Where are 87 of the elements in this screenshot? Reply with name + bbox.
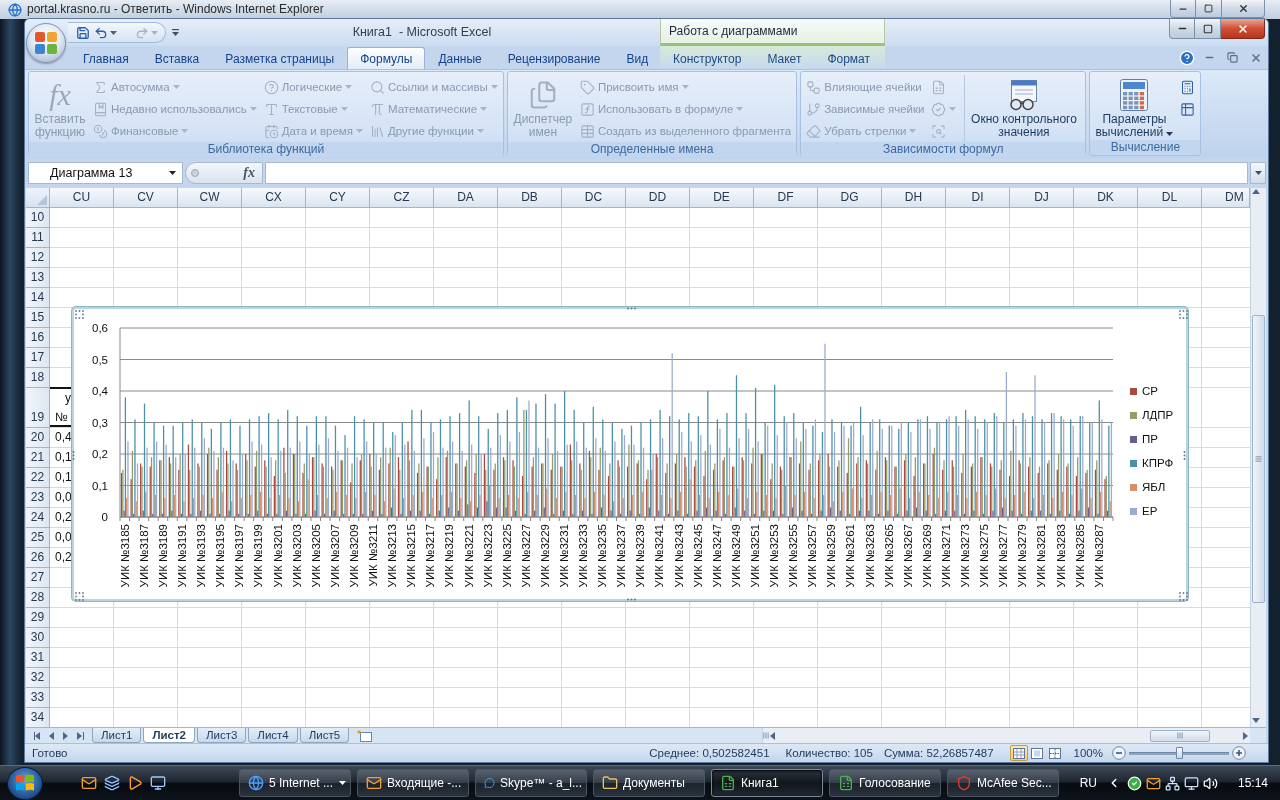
- axis-tick-label: 0,1: [92, 479, 108, 492]
- axis-tick-label: 0,4: [92, 385, 108, 397]
- legend-label: ЕР: [1142, 505, 1158, 517]
- category-label: УИК №3273: [959, 524, 972, 588]
- status-text: Количество: 105: [785, 747, 873, 759]
- axis-tick-label: 0,6: [92, 322, 108, 334]
- group-label: Зависимости формул: [801, 142, 1086, 157]
- category-label: УИК №3193: [195, 524, 208, 588]
- category-label: УИК №3279: [1016, 524, 1029, 588]
- legend-label: ЛДПР: [1142, 409, 1174, 421]
- group-label: Определенные имена: [507, 142, 797, 157]
- axis-tick-label: 0: [101, 511, 108, 524]
- category-label: УИК №3227: [519, 524, 532, 588]
- category-label: УИК №3265: [882, 524, 895, 588]
- category-label: УИК №3275: [978, 524, 991, 588]
- cell-text: 0,0: [54, 529, 72, 546]
- category-label: УИК №3235: [596, 524, 609, 588]
- category-label: УИК №3261: [844, 524, 857, 588]
- category-label: УИК №3221: [462, 524, 475, 588]
- category-label: УИК №3259: [825, 524, 838, 588]
- status-text: Среднее: 0,502582451: [649, 747, 770, 759]
- category-label: УИК №3209: [347, 524, 360, 588]
- category-label: УИК №3229: [538, 524, 551, 588]
- category-label: УИК №3211: [367, 524, 380, 587]
- category-label: УИК №3213: [386, 524, 399, 588]
- function-icon: fx: [49, 79, 71, 111]
- category-label: УИК №3233: [577, 524, 590, 588]
- category-label: УИК №3189: [157, 524, 169, 588]
- category-label: УИК №3277: [997, 524, 1010, 588]
- category-label: УИК №3255: [787, 524, 800, 588]
- category-label: УИК №3249: [729, 524, 742, 588]
- cell-text: 0,2: [54, 509, 72, 526]
- group-label: Вычисление: [1090, 140, 1201, 155]
- category-label: УИК №3225: [500, 524, 513, 588]
- category-label: УИК №3231: [558, 524, 570, 588]
- category-label: УИК №3247: [710, 524, 723, 588]
- category-label: УИК №3263: [863, 524, 876, 588]
- category-label: УИК №3185: [118, 524, 131, 588]
- category-label: УИК №3205: [309, 524, 322, 588]
- category-label: УИК №3283: [1054, 524, 1067, 588]
- cell-text: 0,4: [54, 429, 72, 446]
- group-label: Библиотека функций: [29, 142, 503, 157]
- category-label: УИК №3195: [214, 524, 227, 588]
- category-label: УИК №3257: [806, 524, 819, 588]
- window-title: portal.krasno.ru - Ответить - Windows Internet Explorer: [27, 2, 324, 17]
- category-label: УИК №3239: [634, 524, 647, 588]
- category-label: УИК №3237: [615, 524, 628, 588]
- cell-text: 0,1: [54, 469, 72, 486]
- legend-label: ПР: [1142, 433, 1158, 445]
- status-text: Готово: [32, 747, 68, 759]
- category-label: УИК №3191: [176, 524, 189, 588]
- category-label: УИК №3223: [481, 524, 494, 588]
- category-label: УИК №3199: [252, 524, 265, 588]
- category-label: УИК №3203: [290, 524, 303, 588]
- window-title: Книга1 - Microsoft Excel: [351, 24, 493, 41]
- status-text: Сумма: 52,26857487: [883, 747, 994, 759]
- category-label: УИК №3285: [1073, 524, 1086, 588]
- cell-text: 0,0: [54, 489, 72, 506]
- category-label: УИК №3197: [233, 524, 246, 588]
- cell-text: 0,2: [54, 549, 72, 566]
- category-label: УИК №3219: [443, 524, 456, 588]
- category-label: УИК №3287: [1092, 524, 1105, 588]
- category-label: УИК №3267: [901, 524, 914, 588]
- cell-text: №: [54, 409, 69, 426]
- legend-label: ЯБЛ: [1142, 481, 1166, 493]
- category-label: УИК №3215: [405, 524, 418, 588]
- category-label: УИК №3245: [691, 524, 704, 588]
- axis-tick-label: 0,2: [92, 448, 108, 460]
- category-label: УИК №3269: [920, 524, 933, 588]
- category-label: УИК №3251: [748, 524, 761, 588]
- clock: 15:14: [1237, 776, 1268, 790]
- category-label: УИК №3207: [328, 524, 341, 588]
- legend-label: СР: [1142, 385, 1158, 397]
- contextual-tab-header: Работа с диаграммами: [660, 19, 885, 46]
- category-label: УИК №3271: [939, 524, 952, 588]
- category-label: УИК №3217: [424, 524, 437, 588]
- axis-tick-label: 0,3: [92, 416, 108, 429]
- axis-tick-label: 0,5: [92, 353, 108, 366]
- category-label: УИК №3281: [1035, 524, 1048, 588]
- category-label: УИК №3241: [653, 524, 666, 588]
- category-label: УИК №3187: [137, 524, 150, 588]
- legend-label: КПРФ: [1142, 457, 1174, 469]
- category-label: УИК №3201: [271, 524, 284, 588]
- category-label: УИК №3243: [672, 524, 685, 588]
- cell-text: у: [64, 390, 72, 407]
- cell-text: 0,1: [54, 449, 72, 466]
- category-label: УИК №3253: [768, 524, 781, 588]
